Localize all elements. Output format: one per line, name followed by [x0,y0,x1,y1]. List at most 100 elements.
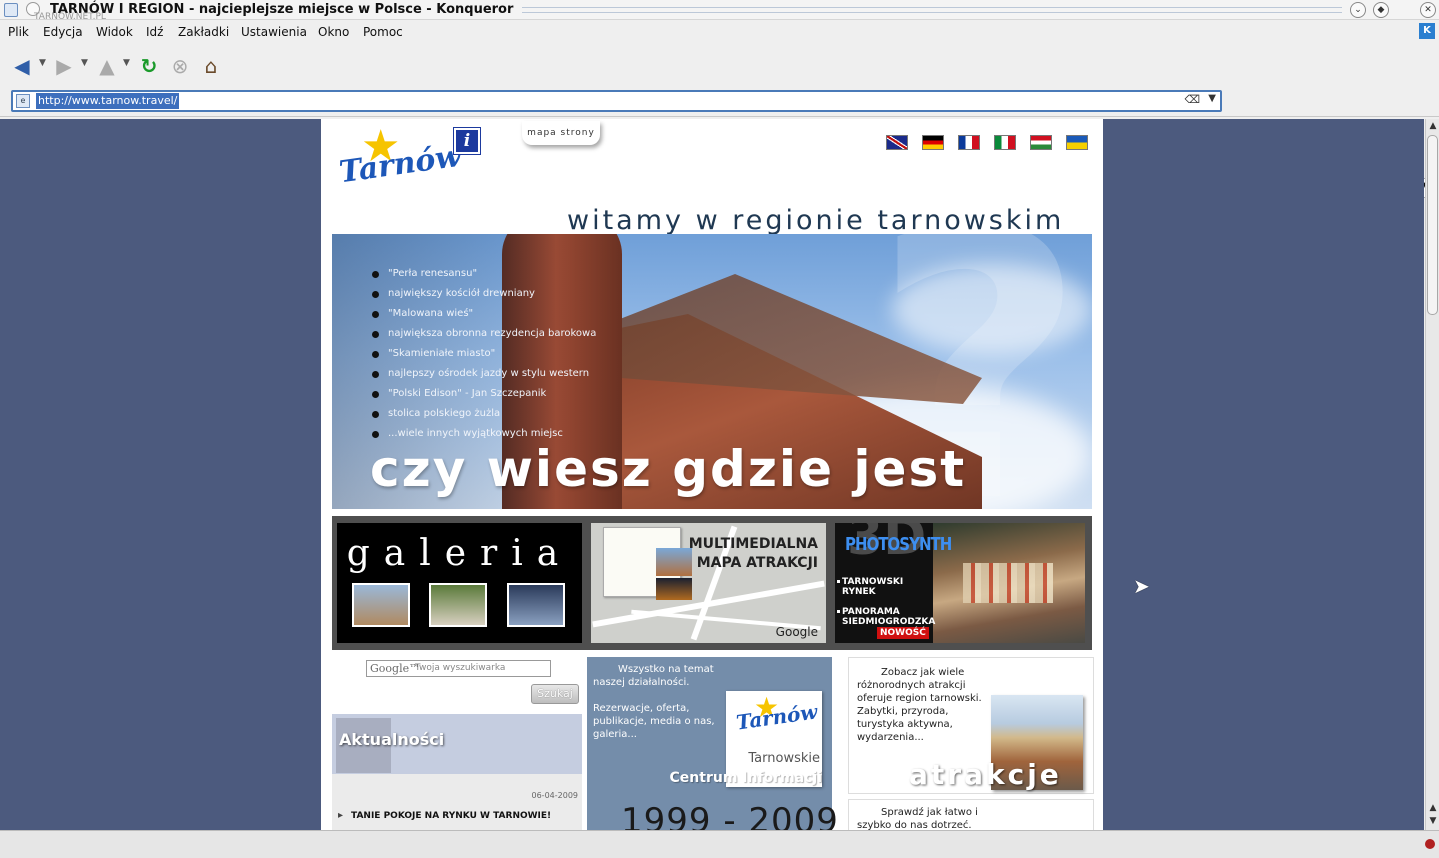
menu-edit[interactable]: Edycja [43,25,83,39]
photosynth-image [933,523,1085,643]
reload-icon[interactable]: ↻ [137,54,161,78]
multimedia-map-tile[interactable]: MULTIMEDIALNA MAPA ATRAKCJI Google [591,523,826,643]
home-icon[interactable]: ⌂ [199,54,223,78]
maximize-icon[interactable]: ◆ [1373,2,1389,18]
favicon-icon: e [16,94,30,108]
map-photo [656,578,692,600]
flag-hungarian-icon[interactable] [1030,135,1052,150]
google-logo: Google™ [370,662,421,675]
scrollbar-thumb[interactable] [1427,135,1438,315]
map-title: MULTIMEDIALNA MAPA ATRAKCJI [689,535,818,573]
hero-list: "Perła renesansu" największy kościół dre… [372,266,596,446]
url-field[interactable]: e http://www.tarnow.travel/ ⌫ ▼ [11,90,1222,112]
new-badge: NOWOŚĆ [877,627,929,639]
gallery-tile[interactable]: galeria [337,523,582,643]
card-logo-text: Tarnów [734,699,819,735]
news-item-link[interactable]: TANIE POKOJE NA RYNKU W TARNOWIE! [338,810,551,821]
gallery-thumbnail [507,583,565,627]
search-placeholder: Twoja wyszukiwarka [415,663,506,673]
menu-go[interactable]: Idź [146,25,163,39]
news-title: Aktualności [339,730,445,749]
photosynth-tile[interactable]: 3D PHOTOSYNTH TARNOWSKI RYNEK PANORAMA SIE… [835,523,1085,643]
panorama-line1: PANORAMA [842,607,900,617]
scroll-up-icon[interactable]: ▲ [1427,803,1439,813]
right-column: Zobacz jak wiele różnorodnych atrakcji o… [848,657,1094,830]
kde-icon[interactable]: K [1419,23,1435,39]
sitemap-link[interactable]: mapa strony [522,121,600,145]
years-label: 1999 - 2009 [621,801,839,830]
flag-italian-icon[interactable] [994,135,1016,150]
info-icon[interactable]: i [453,127,481,155]
menu-window[interactable]: Okno [318,25,349,39]
info-center-panel[interactable]: Wszystko na temat naszej działalności. R… [587,657,838,830]
mouse-cursor-icon: ➤ [1133,574,1150,598]
gallery-title: galeria [346,533,573,574]
menu-help[interactable]: Pomoc [363,25,403,39]
menu-file[interactable]: Plik [8,25,29,39]
attractions-box[interactable]: Zobacz jak wiele różnorodnych atrakcji o… [848,657,1094,794]
scroll-up-icon[interactable]: ▲ [1427,121,1439,131]
gallery-thumbnail [429,583,487,627]
info-center-text2: Rezerwacje, oferta, publikacje, media o … [593,703,715,740]
menu-view[interactable]: Widok [96,25,133,39]
feature-tiles: galeria MULTIMEDIALNA MAPA ATRAKCJI Googl… [332,516,1092,650]
map-title-line1: MULTIMEDIALNA [688,536,818,552]
minimize-icon[interactable]: ⌄ [1350,2,1366,18]
search-button[interactable]: Szukaj [531,684,579,704]
hero-list-item[interactable]: "Malowana wieś" [372,306,596,326]
vertical-scrollbar[interactable]: ▲ ▲ ▼ [1425,119,1439,830]
getting-here-box[interactable]: Sprawdź jak łatwo i szybko do nas dotrze… [848,799,1094,830]
up-dropdown-icon[interactable]: ▼ [123,58,130,68]
flag-german-icon[interactable] [922,135,944,150]
hero-list-item[interactable]: "Perła renesansu" [372,266,596,286]
up-icon[interactable]: ▲ [95,54,119,78]
hero-banner[interactable]: ? "Perła renesansu" największy kościół d… [332,234,1092,509]
hero-list-item[interactable]: największa obronna rezydencja barokowa [372,326,596,346]
logo-text: Tarnów [337,138,464,191]
google-search-input[interactable]: Google™ Twoja wyszukiwarka [366,660,551,677]
hero-list-item[interactable]: stolica polskiego żużla [372,406,596,426]
rynek-link[interactable]: TARNOWSKI RYNEK [836,577,904,597]
app-icon[interactable] [4,3,18,17]
attractions-text-content: Zobacz jak wiele różnorodnych atrakcji o… [857,667,982,743]
card-label: Tarnowskie [748,751,820,766]
forward-icon[interactable]: ▶ [52,54,76,78]
left-column: Google™ Twoja wyszukiwarka Szukaj Aktual… [332,657,582,830]
stop-icon[interactable]: ⊗ [168,54,192,78]
news-date: 06-04-2009 [531,791,579,800]
flag-french-icon[interactable] [958,135,980,150]
panorama-line2: SIEDMIOGRODZKA [842,617,936,627]
centrum-informacji-label: Centrum Informacji [669,770,822,786]
back-dropdown-icon[interactable]: ▼ [39,58,46,68]
tarnow-logo[interactable]: ★ Tarnów [337,125,463,195]
google-label: Google [775,625,818,639]
flag-english-icon[interactable] [886,135,908,150]
clear-url-icon[interactable]: ⌫ [1184,93,1200,106]
menu-bar: Plik Edycja Widok Idź Zakładki Ustawieni… [0,21,1439,43]
hero-list-item[interactable]: najlepszy ośrodek jazdy w stylu western [372,366,596,386]
window-titlebar: TARNÓW I REGION - najcieplejsze miejsce … [0,0,1439,22]
rynek-line1: TARNOWSKI [842,577,904,587]
web-page: ★ Tarnów i mapa strony witamy w regionie… [321,119,1103,830]
flag-ukrainian-icon[interactable] [1066,135,1088,150]
window-title: TARNÓW I REGION - najcieplejsze miejsce … [50,2,514,17]
hero-list-item[interactable]: największy kościół drewniany [372,286,596,306]
scroll-down-icon[interactable]: ▼ [1427,816,1439,826]
info-center-text1: Wszystko na temat naszej działalności. [593,663,733,689]
panorama-link[interactable]: PANORAMA SIEDMIOGRODZKA [836,607,936,627]
attractions-text: Zobacz jak wiele różnorodnych atrakcji o… [857,666,997,744]
hero-list-item[interactable]: "Polski Edison" - Jan Szczepanik [372,386,596,406]
forward-dropdown-icon[interactable]: ▼ [81,58,88,68]
menu-settings[interactable]: Ustawienia [241,25,307,39]
back-icon[interactable]: ◀ [10,54,34,78]
close-icon[interactable]: ✕ [1420,2,1436,18]
location-bar: e http://www.tarnow.travel/ ⌫ ▼ ♩ ? ▼ [0,87,1439,198]
url-text[interactable]: http://www.tarnow.travel/ [36,93,180,109]
attractions-label: atrakcje [909,758,1062,791]
menu-bookmarks[interactable]: Zakładki [178,25,229,39]
bug-icon[interactable] [1425,839,1435,849]
url-history-dropdown-icon[interactable]: ▼ [1208,93,1216,104]
map-photo [656,548,692,576]
photosynth-label: PHOTOSYNTH [845,533,952,555]
hero-list-item[interactable]: "Skamieniałe miasto" [372,346,596,366]
